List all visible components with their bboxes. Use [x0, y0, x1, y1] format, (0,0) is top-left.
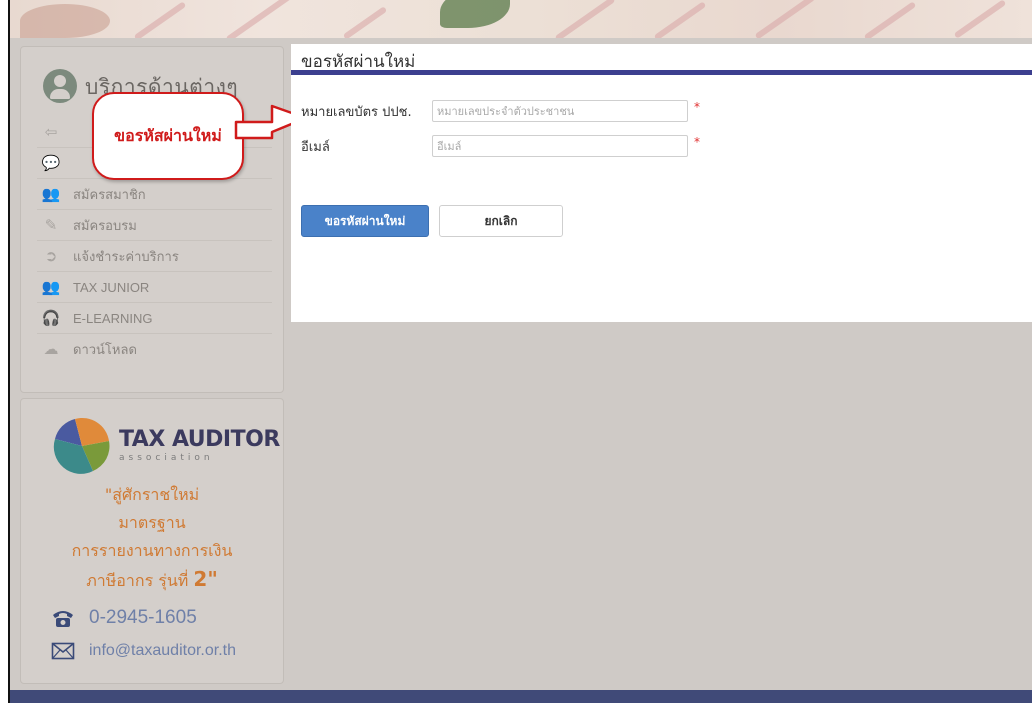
sidebar-item-label: ดาวน์โหลด — [73, 341, 137, 357]
chat-icon: 💬 — [41, 154, 61, 172]
sidebar-item-register-training[interactable]: ✎ สมัครอบรม — [37, 210, 272, 241]
envelope-icon — [51, 642, 75, 660]
logo-text: TAX AUDITOR — [119, 427, 280, 452]
login-icon: ⇦ — [44, 123, 58, 141]
id-card-row: หมายเลขบัตร ปปช. * — [301, 100, 700, 122]
phone-icon — [53, 611, 73, 627]
cancel-button[interactable]: ยกเลิก — [439, 205, 563, 237]
sidebar-item-download[interactable]: ☁ ดาวน์โหลด — [37, 334, 272, 364]
sidebar-item-label: แจ้งชำระค่าบริการ — [73, 248, 179, 264]
sidebar-item-e-learning[interactable]: 🎧 E-LEARNING — [37, 303, 272, 334]
sidebar-item-label: TAX JUNIOR — [73, 279, 150, 295]
email-link[interactable]: info@taxauditor.or.th — [89, 642, 236, 660]
email-label: อีเมล์ — [301, 139, 330, 155]
phone-number: 0-2945-1605 — [89, 607, 197, 628]
request-password-button[interactable]: ขอรหัสผ่านใหม่ — [301, 205, 429, 237]
page-frame: บริการด้านต่างๆ ⇦ 💬 👥 สมัครสมาชิก ✎ สมัค… — [8, 0, 1032, 703]
sidebar-item-tax-junior[interactable]: 👥 TAX JUNIOR — [37, 272, 272, 303]
contact-phone: 0-2945-1605 — [51, 607, 197, 629]
title-accent-bar — [291, 70, 1032, 75]
main-panel: ขอรหัสผ่านใหม่ หมายเลขบัตร ปปช. * อีเมล์… — [291, 44, 1032, 322]
promo-panel: TAX AUDITOR association "สู่ศักราชใหม่ ม… — [20, 398, 284, 684]
headset-icon: 🎧 — [41, 309, 61, 327]
sidebar-item-label: สมัครอบรม — [73, 217, 137, 233]
required-mark: * — [694, 100, 700, 114]
id-card-label: หมายเลขบัตร ปปช. — [301, 104, 412, 120]
promo-line-2: มาตรฐาน — [118, 513, 186, 532]
logo-subtitle: association — [119, 453, 214, 463]
sidebar-item-label: สมัครสมาชิก — [73, 186, 146, 202]
promo-text: "สู่ศักราชใหม่ มาตรฐาน การรายงานทางการเง… — [21, 481, 283, 595]
email-row: อีเมล์ * — [301, 135, 700, 157]
contact-email[interactable]: info@taxauditor.or.th — [51, 641, 236, 661]
group-icon: 👥 — [41, 278, 61, 296]
sidebar-item-label: E-LEARNING — [73, 310, 153, 326]
promo-line-3: การรายงานทางการเงิน — [71, 541, 233, 560]
promo-line-4: ภาษีอากร รุ่นที่ 2" — [86, 567, 218, 591]
members-icon: 👥 — [41, 185, 61, 203]
tax-auditor-logo-icon — [53, 417, 110, 474]
download-icon: ☁ — [43, 340, 59, 358]
footer-bar — [10, 690, 1032, 703]
training-icon: ✎ — [44, 216, 58, 234]
email-input[interactable] — [432, 135, 688, 157]
sidebar-item-register-member[interactable]: 👥 สมัครสมาชิก — [37, 179, 272, 210]
promo-line-1: "สู่ศักราชใหม่ — [104, 485, 200, 504]
id-card-input[interactable] — [432, 100, 688, 122]
user-icon — [43, 69, 77, 103]
required-mark: * — [694, 135, 700, 149]
callout-text: ขอรหัสผ่านใหม่ — [114, 125, 222, 145]
header-banner — [10, 0, 1032, 38]
sidebar-item-payment[interactable]: ➲ แจ้งชำระค่าบริการ — [37, 241, 272, 272]
payment-arrow-icon: ➲ — [44, 247, 58, 265]
callout-annotation: ขอรหัสผ่านใหม่ — [92, 92, 244, 180]
